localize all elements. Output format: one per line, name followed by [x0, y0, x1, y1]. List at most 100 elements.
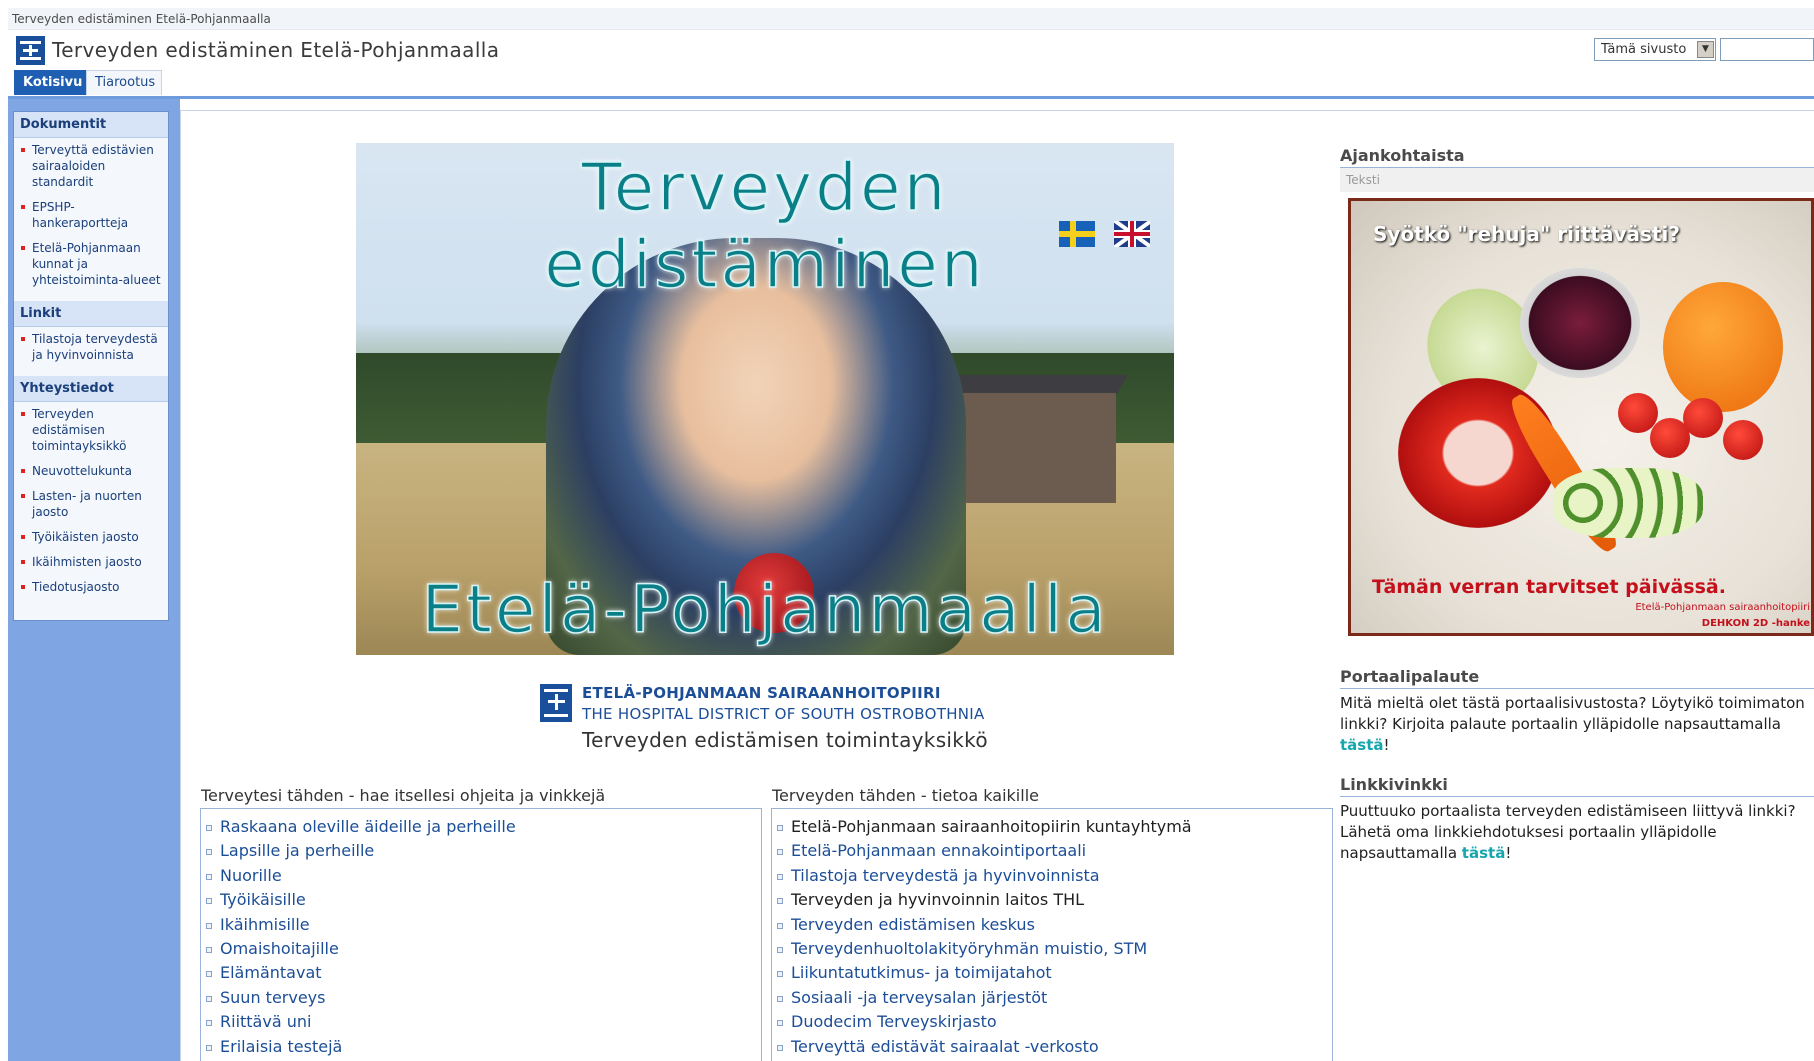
bullet-icon — [21, 494, 25, 498]
ad-frame — [1348, 198, 1814, 636]
bullet-icon — [21, 246, 25, 250]
list-item[interactable]: Työikäisille — [201, 888, 761, 912]
health-info-title: Terveyden tähden - tietoa kaikille — [771, 786, 1333, 809]
bullet-icon — [777, 995, 783, 1002]
site-header: Terveyden edistäminen Etelä-Pohjanmaalla… — [8, 30, 1814, 98]
bullet-icon — [21, 535, 25, 539]
tab-kotisivu[interactable]: Kotisivu — [14, 70, 86, 95]
list-item[interactable]: Terveyttä edistävät sairaalat -verkosto — [772, 1035, 1332, 1059]
list-item[interactable]: Elämäntavat — [201, 961, 761, 985]
bullet-icon — [21, 337, 25, 341]
ql-item[interactable]: Ikäihmisten jaosto — [20, 554, 162, 570]
bullet-icon — [206, 1044, 212, 1051]
list-item[interactable]: Etelä-Pohjanmaan sairaanhoitopiirin kunt… — [772, 815, 1332, 839]
news-title: Ajankohtaista — [1340, 143, 1814, 168]
bullet-icon — [206, 947, 212, 954]
hero-banner-image: Terveyden edistäminen Etelä-Pohjanmaalla — [356, 143, 1174, 655]
bullet-icon — [206, 825, 212, 831]
bullet-icon — [777, 898, 783, 905]
feedback-title: Portaalipalaute — [1340, 664, 1814, 689]
link-tip-link[interactable]: tästä — [1462, 844, 1506, 862]
ql-item[interactable]: Tilastoja terveydestä ja hyvinvoinnista — [20, 331, 162, 363]
bullet-icon — [777, 922, 783, 929]
news-subtitle: Teksti — [1340, 168, 1814, 192]
feedback-text: Mitä mieltä olet tästä portaalisivustost… — [1340, 694, 1805, 754]
list-item[interactable]: Raskaana oleville äideille ja perheille — [201, 815, 761, 839]
top-breadcrumb-bar: Terveyden edistäminen Etelä-Pohjanmaalla — [8, 8, 1814, 30]
link-tip-title: Linkkivinkki — [1340, 772, 1814, 797]
ql-item[interactable]: Tiedotusjaosto — [20, 579, 162, 595]
bullet-icon — [21, 585, 25, 589]
list-item[interactable]: Lapsille ja perheille — [201, 839, 761, 863]
list-item[interactable]: Ikäihmisille — [201, 913, 761, 937]
health-tips-box: Raskaana oleville äideille ja perheille … — [200, 809, 762, 1061]
health-info-box: Etelä-Pohjanmaan sairaanhoitopiirin kunt… — [771, 809, 1333, 1061]
ql-heading-dokumentit[interactable]: Dokumentit — [14, 112, 168, 138]
list-item[interactable]: Terveyden edistämisen keskus — [772, 913, 1332, 937]
bullet-icon — [777, 947, 783, 954]
bullet-icon — [206, 1020, 212, 1027]
list-item[interactable]: Etelä-Pohjanmaan ennakointiportaali — [772, 839, 1332, 863]
breadcrumb[interactable]: Terveyden edistäminen Etelä-Pohjanmaalla — [12, 12, 271, 26]
bullet-icon — [206, 971, 212, 978]
ql-item[interactable]: EPSHP-hankeraportteja — [20, 199, 162, 231]
ql-item[interactable]: Etelä-Pohjanmaan kunnat ja yhteistoimint… — [20, 240, 162, 288]
bullet-icon — [206, 995, 212, 1002]
hospital-district-logo-icon — [540, 684, 572, 722]
list-item[interactable]: Erilaisia testejä — [201, 1035, 761, 1059]
ql-item[interactable]: Työikäisten jaosto — [20, 529, 162, 545]
quick-launch: Dokumentit Terveyttä edistävien sairaalo… — [13, 111, 169, 621]
nutrition-ad-image[interactable]: Syötkö "rehuja" riittävästi? Tämän verra… — [1348, 198, 1814, 636]
bullet-icon — [777, 1044, 783, 1051]
link-tip-section: Linkkivinkki Puuttuuko portaalista terve… — [1340, 772, 1814, 864]
bullet-icon — [206, 898, 212, 905]
ql-list-yhteystiedot: Terveyden edistämisen toimintayksikkö Ne… — [14, 402, 168, 608]
right-column: Ajankohtaista Teksti Syötkö "rehuja" rii… — [1340, 143, 1814, 864]
ql-heading-linkit[interactable]: Linkit — [14, 301, 168, 327]
list-item[interactable]: Liikuntatutkimus- ja toimijatahot — [772, 961, 1332, 985]
health-tips-links: Terveytesi tähden - hae itsellesi ohjeit… — [200, 786, 762, 1061]
chevron-down-icon[interactable]: ▼ — [1697, 41, 1714, 58]
bullet-icon — [21, 469, 25, 473]
ql-item[interactable]: Neuvottelukunta — [20, 463, 162, 479]
list-item[interactable]: Duodecim Terveyskirjasto — [772, 1010, 1332, 1034]
flag-sweden-icon[interactable] — [1059, 221, 1095, 247]
list-item[interactable]: Nuorille — [201, 864, 761, 888]
hero-title-bottom: Etelä-Pohjanmaalla — [421, 570, 1109, 649]
list-item[interactable]: Omaishoitajille — [201, 937, 761, 961]
org-name-en: THE HOSPITAL DISTRICT OF SOUTH OSTROBOTH… — [582, 705, 985, 723]
list-item[interactable]: Terveydenhuoltolakityöryhmän muistio, ST… — [772, 937, 1332, 961]
list-item[interactable]: Riittävä uni — [201, 1010, 761, 1034]
search-input[interactable] — [1720, 38, 1814, 61]
hero-title-top: Terveyden edistäminen — [544, 148, 986, 304]
ql-item[interactable]: Terveyden edistämisen toimintayksikkö — [20, 406, 162, 454]
list-item[interactable]: Terveyden ja hyvinvoinnin laitos THL — [772, 888, 1332, 912]
bullet-icon — [777, 971, 783, 978]
health-tips-title: Terveytesi tähden - hae itsellesi ohjeit… — [200, 786, 762, 809]
ql-item[interactable]: Terveyttä edistävien sairaaloiden standa… — [20, 142, 162, 190]
bullet-icon — [21, 148, 25, 152]
search-scope-value: Tämä sivusto — [1601, 42, 1687, 57]
bullet-icon — [777, 873, 783, 880]
bullet-icon — [21, 205, 25, 209]
ql-list-dokumentit: Terveyttä edistävien sairaaloiden standa… — [14, 138, 168, 301]
site-logo-icon[interactable] — [16, 36, 45, 65]
list-item[interactable]: Tilastoja terveydestä ja hyvinvoinnista — [772, 864, 1332, 888]
bullet-icon — [206, 849, 212, 856]
bullet-icon — [777, 849, 783, 856]
feedback-section: Portaalipalaute Mitä mieltä olet tästä p… — [1340, 664, 1814, 756]
health-info-links: Terveyden tähden - tietoa kaikille Etelä… — [771, 786, 1333, 1061]
ql-heading-yhteystiedot[interactable]: Yhteystiedot — [14, 376, 168, 402]
bullet-icon — [777, 825, 783, 831]
bullet-icon — [206, 922, 212, 929]
search-scope-select[interactable]: Tämä sivusto ▼ — [1594, 38, 1716, 61]
ql-item[interactable]: Lasten- ja nuorten jaosto — [20, 488, 162, 520]
list-item[interactable]: Sosiaali -ja terveysalan järjestöt — [772, 986, 1332, 1010]
list-item[interactable]: Suun terveys — [201, 986, 761, 1010]
bullet-icon — [21, 560, 25, 564]
link-tip-text: Puuttuuko portaalista terveyden edistämi… — [1340, 802, 1796, 862]
feedback-link[interactable]: tästä — [1340, 736, 1384, 754]
flag-uk-icon[interactable] — [1114, 221, 1150, 247]
site-title[interactable]: Terveyden edistäminen Etelä-Pohjanmaalla — [52, 38, 499, 62]
tab-tiarootus[interactable]: Tiarootus — [86, 70, 162, 95]
